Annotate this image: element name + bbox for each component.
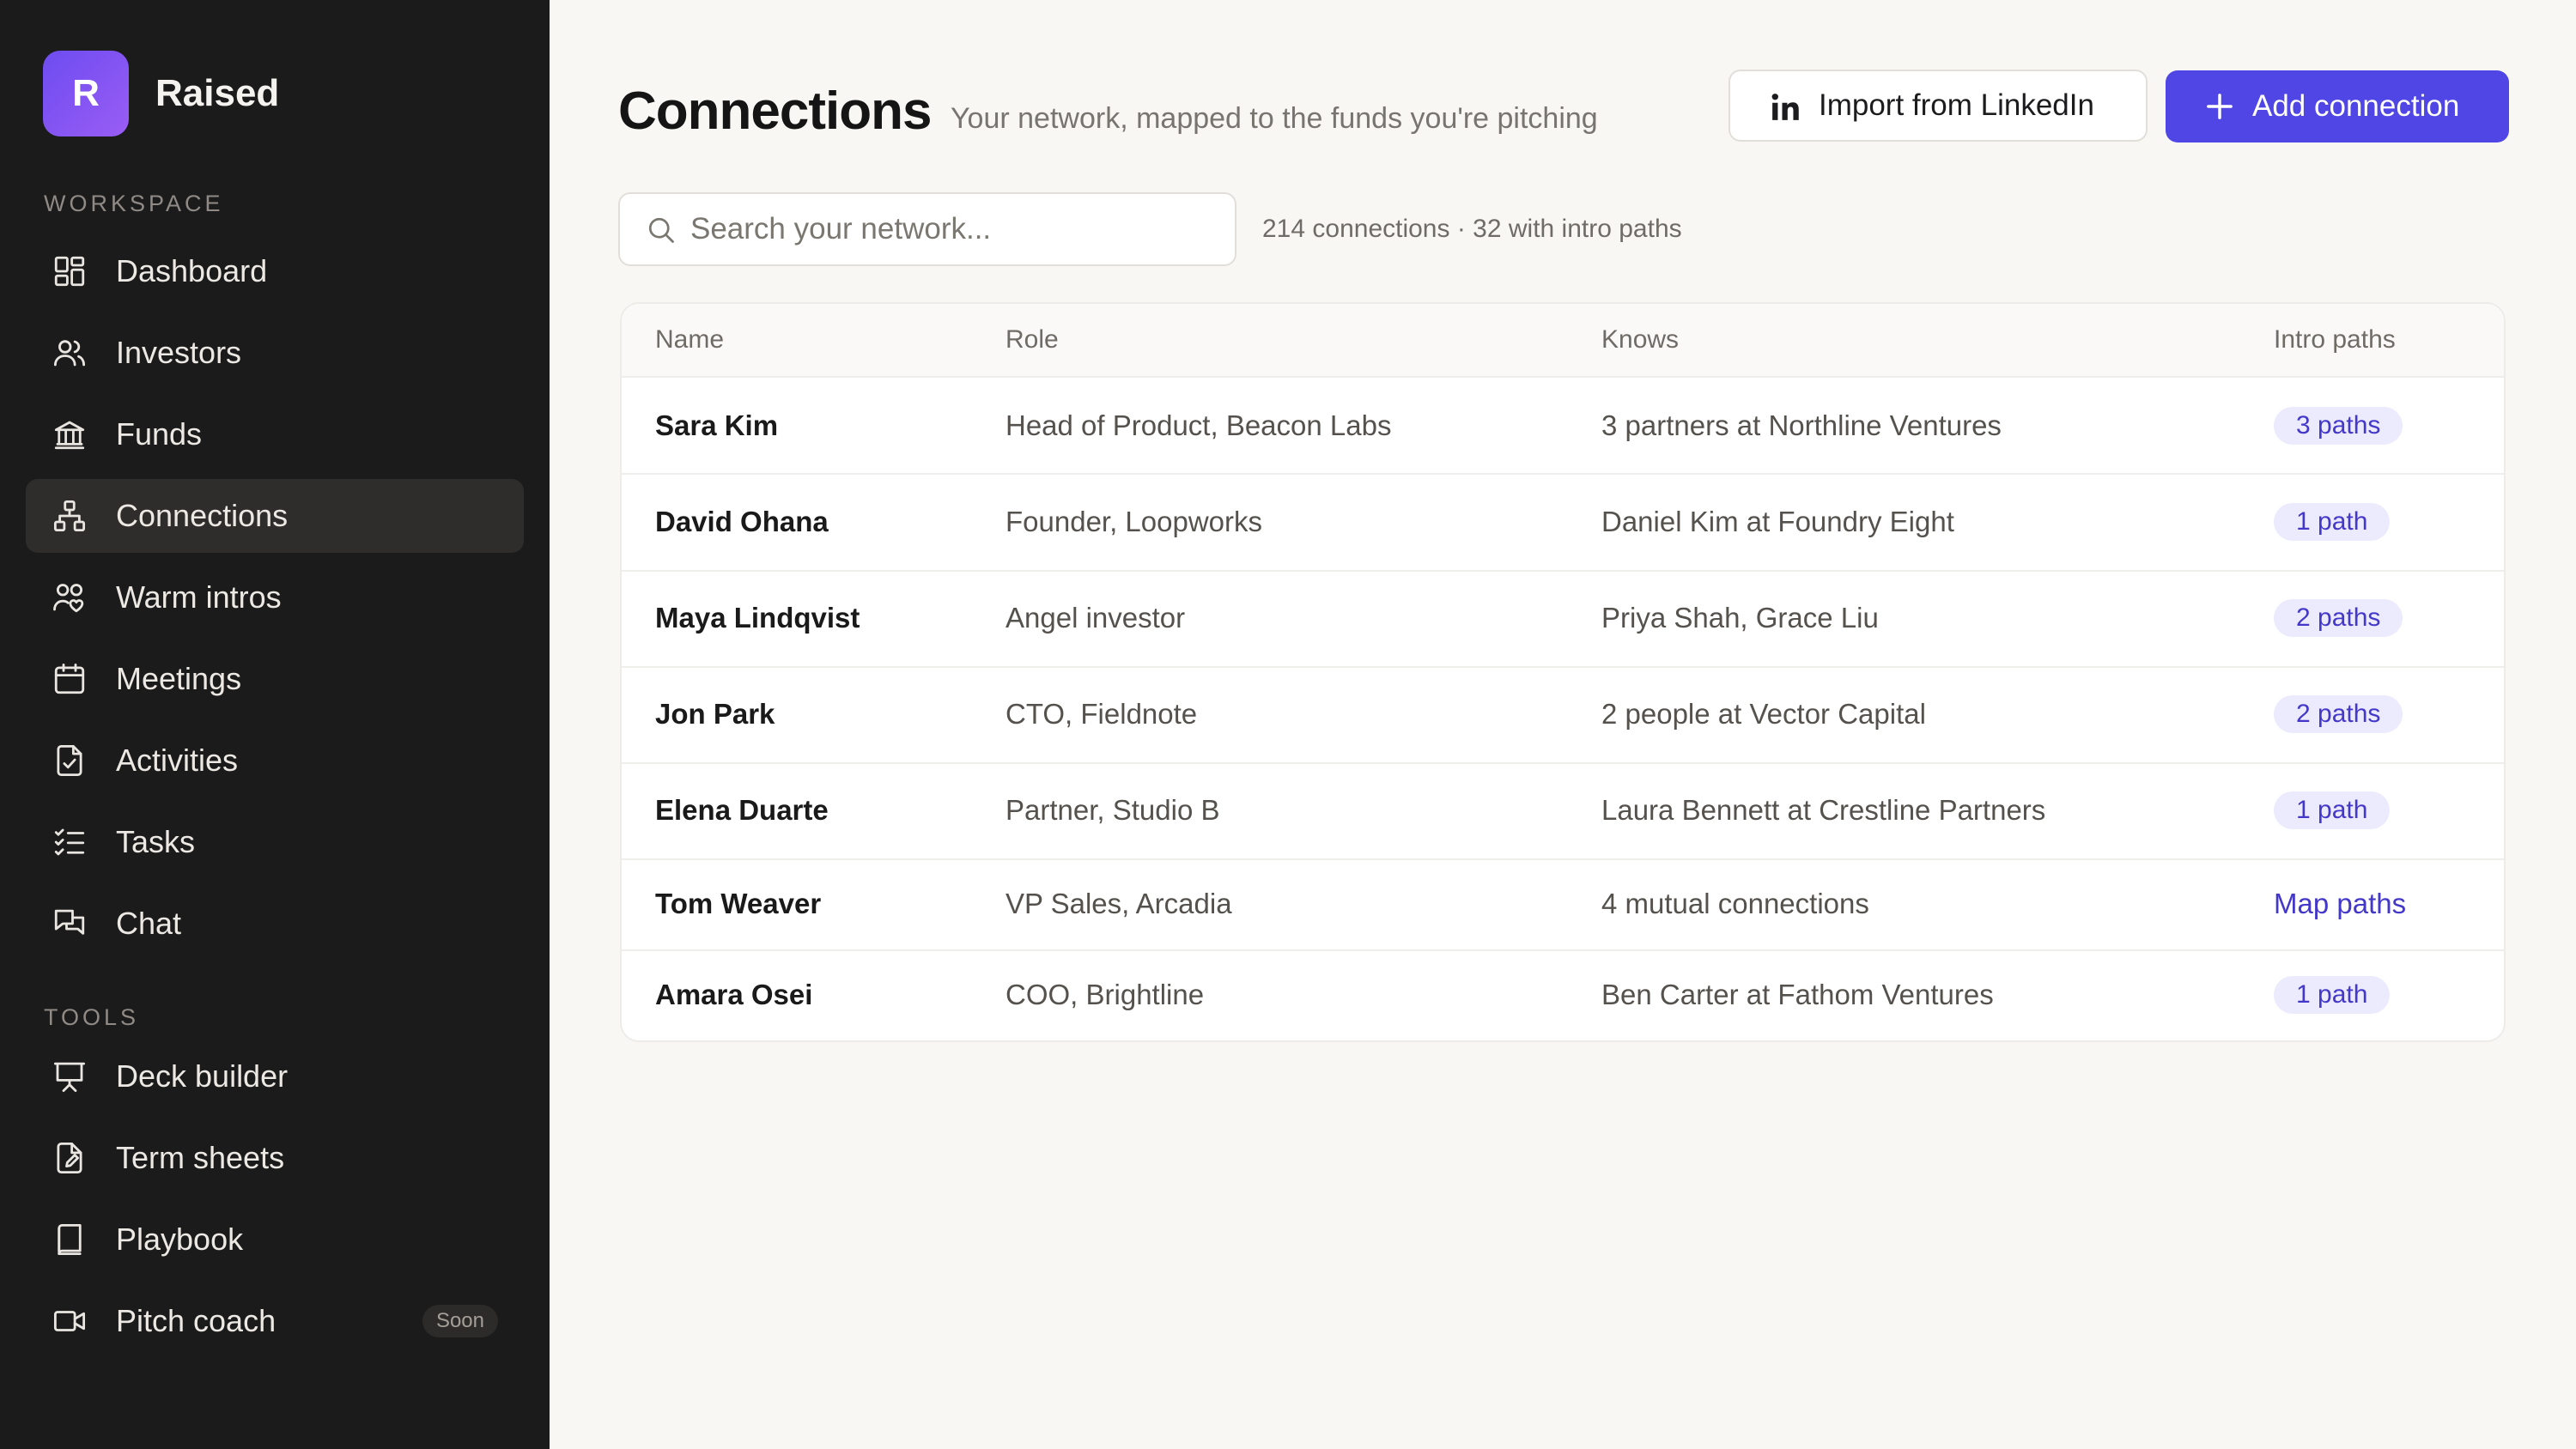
- intro-paths-badge[interactable]: 2 paths: [2274, 695, 2403, 733]
- connection-name: Sara Kim: [655, 409, 779, 441]
- connection-role: Head of Product, Beacon Labs: [1005, 409, 1392, 441]
- page-subtitle: Your network, mapped to the funds you're…: [951, 102, 1598, 135]
- people-heart-icon: [52, 579, 88, 615]
- book-icon: [52, 1222, 88, 1258]
- table-row[interactable]: Amara Osei COO, Brightline Ben Carter at…: [622, 951, 2504, 1040]
- sidebar-item-label: Deck builder: [116, 1058, 289, 1094]
- video-camera-icon: [52, 1303, 88, 1339]
- table-row[interactable]: Elena Duarte Partner, Studio B Laura Ben…: [622, 764, 2504, 860]
- page-title: Connections: [618, 82, 932, 141]
- column-header-name[interactable]: Name: [655, 325, 724, 355]
- checklist-icon: [52, 824, 88, 860]
- connections-count: 214 connections · 32 with intro paths: [1262, 215, 1682, 243]
- sidebar-item-label: Funds: [116, 416, 203, 452]
- sidebar-item-connections[interactable]: Connections: [26, 479, 524, 553]
- sidebar-item-deck-builder[interactable]: Deck builder: [26, 1040, 524, 1113]
- sidebar-item-label: Chat: [116, 906, 182, 941]
- sidebar-item-label: Playbook: [116, 1222, 244, 1257]
- sidebar-item-label: Investors: [116, 335, 242, 370]
- map-paths-link[interactable]: Map paths: [2274, 888, 2406, 920]
- calendar-icon: [52, 661, 88, 697]
- tools-section-label: TOOLS: [44, 1004, 140, 1030]
- table-row[interactable]: Maya Lindqvist Angel investor Priya Shah…: [622, 572, 2504, 668]
- brand-logo: R: [43, 51, 129, 136]
- import-linkedin-button[interactable]: Import from LinkedIn: [1728, 70, 2148, 142]
- sidebar-item-label: Term sheets: [116, 1140, 285, 1175]
- clipboard-check-icon: [52, 743, 88, 779]
- sidebar-item-label: Meetings: [116, 661, 242, 696]
- connection-role: Angel investor: [1005, 602, 1186, 634]
- soon-badge: Soon: [422, 1305, 498, 1337]
- add-connection-button[interactable]: Add connection: [2166, 70, 2509, 142]
- sidebar-item-chat[interactable]: Chat: [26, 887, 524, 961]
- sidebar-item-tasks[interactable]: Tasks: [26, 805, 524, 879]
- connection-name: David Ohana: [655, 506, 829, 537]
- connection-role: VP Sales, Arcadia: [1005, 888, 1232, 919]
- sidebar-item-funds[interactable]: Funds: [26, 397, 524, 471]
- chat-bubbles-icon: [52, 906, 88, 942]
- connection-role: Founder, Loopworks: [1005, 506, 1263, 537]
- sidebar-item-label: Connections: [116, 498, 289, 533]
- connection-name: Elena Duarte: [655, 794, 829, 826]
- sidebar: R Raised WORKSPACE Dashboard Investors F…: [0, 0, 550, 1449]
- connection-role: CTO, Fieldnote: [1005, 698, 1198, 730]
- users-icon: [52, 335, 88, 371]
- add-connection-label: Add connection: [2252, 89, 2460, 123]
- connection-role: Partner, Studio B: [1005, 794, 1220, 826]
- connection-knows: Laura Bennett at Crestline Partners: [1601, 794, 2046, 826]
- connection-knows: Daniel Kim at Foundry Eight: [1601, 506, 1954, 537]
- dashboard-grid-icon: [52, 253, 88, 289]
- import-linkedin-label: Import from LinkedIn: [1819, 88, 2094, 122]
- table-row[interactable]: Tom Weaver VP Sales, Arcadia 4 mutual co…: [622, 860, 2504, 951]
- connection-name: Jon Park: [655, 698, 775, 730]
- connection-name: Tom Weaver: [655, 888, 822, 919]
- sidebar-item-dashboard[interactable]: Dashboard: [26, 234, 524, 308]
- connection-knows: 2 people at Vector Capital: [1601, 698, 1926, 730]
- connection-name: Amara Osei: [655, 979, 813, 1010]
- connection-knows: Priya Shah, Grace Liu: [1601, 602, 1879, 634]
- search-input[interactable]: [690, 204, 1214, 254]
- intro-paths-badge[interactable]: 1 path: [2274, 503, 2391, 541]
- sidebar-item-playbook[interactable]: Playbook: [26, 1203, 524, 1276]
- search-icon: [646, 215, 677, 246]
- sidebar-item-activities[interactable]: Activities: [26, 724, 524, 797]
- document-edit-icon: [52, 1140, 88, 1176]
- brand-name: Raised: [155, 72, 280, 114]
- sidebar-item-label: Pitch coach: [116, 1303, 276, 1338]
- sidebar-item-warm-intros[interactable]: Warm intros: [26, 561, 524, 634]
- column-header-role[interactable]: Role: [1005, 325, 1059, 355]
- sidebar-item-label: Warm intros: [116, 579, 282, 615]
- connection-knows: 4 mutual connections: [1601, 888, 1869, 919]
- connection-role: COO, Brightline: [1005, 979, 1205, 1010]
- intro-paths-badge[interactable]: 3 paths: [2274, 407, 2403, 445]
- table-row[interactable]: Sara Kim Head of Product, Beacon Labs 3 …: [622, 378, 2504, 475]
- table-row[interactable]: Jon Park CTO, Fieldnote 2 people at Vect…: [622, 668, 2504, 764]
- sidebar-item-label: Dashboard: [116, 253, 268, 288]
- network-icon: [52, 498, 88, 534]
- brand[interactable]: R Raised: [43, 51, 279, 136]
- table-header: Name Role Knows Intro paths: [622, 304, 2504, 378]
- linkedin-icon: [1767, 89, 1803, 125]
- column-header-knows[interactable]: Knows: [1601, 325, 1679, 355]
- column-header-intro-paths[interactable]: Intro paths: [2274, 325, 2396, 355]
- workspace-section-label: WORKSPACE: [44, 191, 224, 216]
- intro-paths-badge[interactable]: 1 path: [2274, 976, 2391, 1014]
- search-box[interactable]: [618, 192, 1236, 266]
- bank-icon: [52, 416, 88, 452]
- presentation-icon: [52, 1058, 88, 1094]
- intro-paths-badge[interactable]: 1 path: [2274, 791, 2391, 829]
- sidebar-item-term-sheets[interactable]: Term sheets: [26, 1121, 524, 1195]
- plus-icon: [2202, 88, 2238, 124]
- connections-table: Name Role Knows Intro paths Sara Kim Hea…: [620, 302, 2506, 1042]
- connection-knows: Ben Carter at Fathom Ventures: [1601, 979, 1994, 1010]
- sidebar-item-meetings[interactable]: Meetings: [26, 642, 524, 716]
- table-row[interactable]: David Ohana Founder, Loopworks Daniel Ki…: [622, 475, 2504, 572]
- intro-paths-badge[interactable]: 2 paths: [2274, 599, 2403, 637]
- sidebar-item-investors[interactable]: Investors: [26, 316, 524, 390]
- sidebar-item-label: Activities: [116, 743, 239, 778]
- connection-name: Maya Lindqvist: [655, 602, 860, 634]
- sidebar-item-pitch-coach[interactable]: Pitch coach Soon: [26, 1284, 524, 1358]
- sidebar-item-label: Tasks: [116, 824, 196, 859]
- connection-knows: 3 partners at Northline Ventures: [1601, 409, 2002, 441]
